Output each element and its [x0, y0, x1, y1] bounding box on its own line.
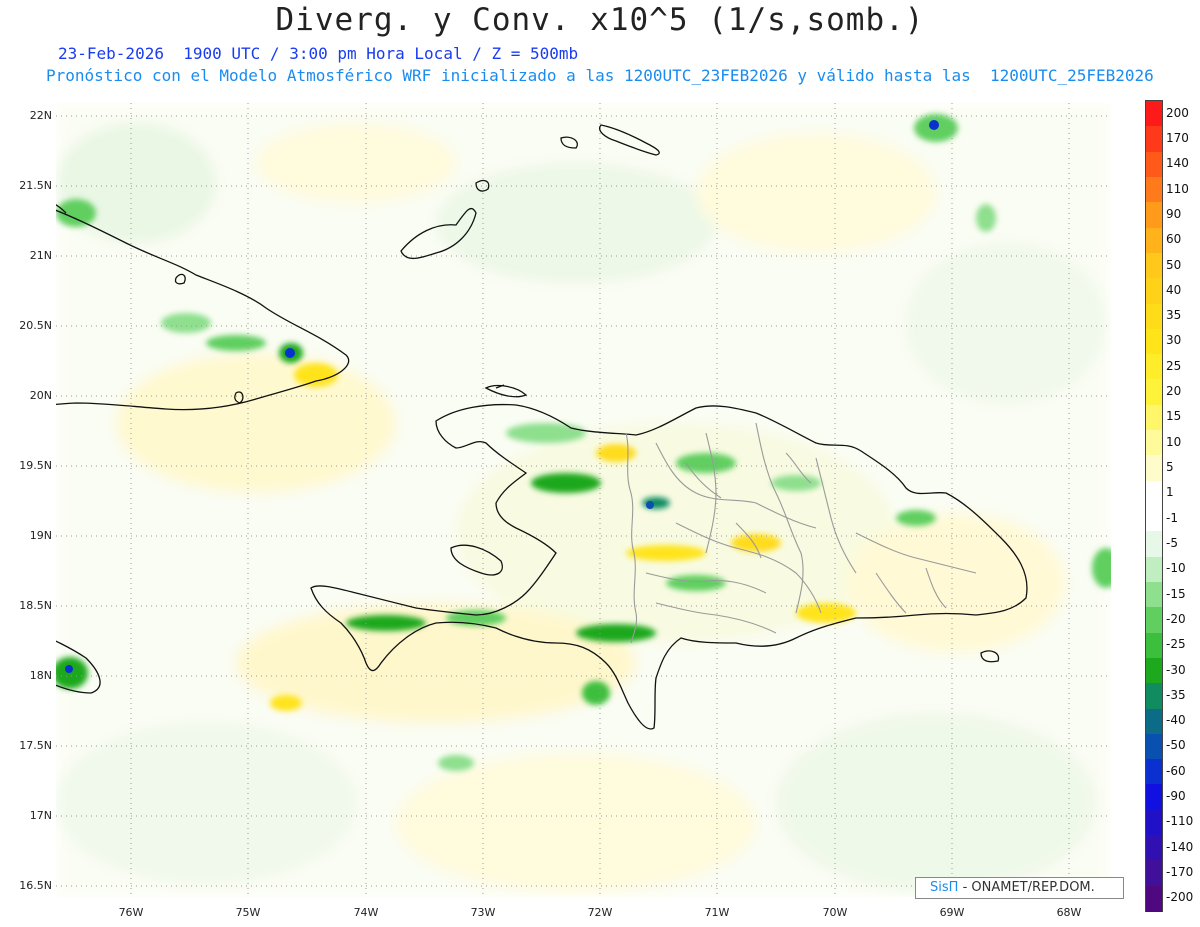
- colorbar-segment: [1146, 354, 1162, 380]
- colorbar-label: -5: [1166, 535, 1178, 550]
- colorbar-label: 170: [1166, 130, 1189, 145]
- lon-label: 69W: [939, 906, 965, 919]
- lat-label: 18.5N: [19, 599, 52, 612]
- lat-label: 18N: [29, 669, 52, 682]
- lon-label: 73W: [470, 906, 496, 919]
- colorbar-segment: [1146, 278, 1162, 304]
- convergence-core-jamaica: [65, 665, 73, 673]
- colorbar-segment: [1146, 176, 1162, 203]
- colorbar-segment: [1146, 835, 1162, 861]
- colorbar-label: 15: [1166, 409, 1182, 424]
- lon-label: 70W: [822, 906, 848, 919]
- colorbar-label: -20: [1166, 611, 1186, 626]
- lon-label: 71W: [704, 906, 730, 919]
- colorbar-label: 20: [1166, 384, 1182, 399]
- colorbar-segment: [1146, 759, 1162, 785]
- lat-label: 17N: [29, 809, 52, 822]
- forecast-time-line: 23-Feb-2026 1900 UTC / 3:00 pm Hora Loca…: [58, 44, 579, 63]
- map-title: Diverg. y Conv. x10^5 (1/s,somb.): [275, 2, 925, 38]
- colorbar-label: 25: [1166, 358, 1182, 373]
- colorbar-label: -40: [1166, 713, 1186, 728]
- colorbar-label: -60: [1166, 763, 1186, 778]
- lon-label: 68W: [1056, 906, 1082, 919]
- lat-label: 19N: [29, 529, 52, 542]
- colorbar: [1145, 100, 1163, 912]
- colorbar-label: -35: [1166, 687, 1186, 702]
- colorbar-label: -170: [1166, 865, 1194, 880]
- lat-label: 21N: [29, 249, 52, 262]
- colorbar-label: -15: [1166, 586, 1186, 601]
- lon-label: 75W: [235, 906, 261, 919]
- forecast-map: [56, 103, 1111, 897]
- convergence-core-cuba: [285, 348, 295, 358]
- colorbar-segment: [1146, 809, 1162, 836]
- lat-label: 20N: [29, 389, 52, 402]
- colorbar-label: 200: [1166, 105, 1189, 120]
- lat-label: 17.5N: [19, 739, 52, 752]
- colorbar-label: 30: [1166, 333, 1182, 348]
- colorbar-segment: [1146, 784, 1162, 811]
- map-canvas: [56, 103, 1111, 897]
- lat-label: 19.5N: [19, 459, 52, 472]
- colorbar-segment: [1146, 733, 1162, 760]
- colorbar-segment: [1146, 328, 1162, 355]
- colorbar-label: 40: [1166, 282, 1182, 297]
- colorbar-label: -110: [1166, 814, 1194, 829]
- colorbar-segment: [1146, 657, 1162, 684]
- lat-label: 16.5N: [19, 879, 52, 892]
- colorbar-label: 60: [1166, 232, 1182, 247]
- field-background: [56, 103, 1111, 897]
- colorbar-segment: [1146, 252, 1162, 279]
- colorbar-segment: [1146, 531, 1162, 558]
- colorbar-label: -30: [1166, 662, 1186, 677]
- colorbar-segment: [1146, 607, 1162, 634]
- colorbar-label: -200: [1166, 890, 1194, 905]
- colorbar-segment: [1146, 126, 1162, 153]
- lat-label: 22N: [29, 109, 52, 122]
- colorbar-label: 90: [1166, 206, 1182, 221]
- colorbar-label: 5: [1166, 460, 1174, 475]
- colorbar-segment: [1146, 455, 1162, 482]
- model-description-line: Pronóstico con el Modelo Atmosférico WRF…: [46, 66, 1154, 85]
- colorbar-label: 50: [1166, 257, 1182, 272]
- colorbar-segment: [1146, 556, 1162, 583]
- colorbar-segment: [1146, 506, 1162, 532]
- convergence-core-hispaniola: [646, 501, 654, 509]
- colorbar-label: -140: [1166, 839, 1194, 854]
- colorbar-label: 110: [1166, 181, 1189, 196]
- credit-box: SisΠ - ONAMET/REP.DOM.: [915, 877, 1124, 899]
- colorbar-label: -50: [1166, 738, 1186, 753]
- colorbar-segment: [1146, 101, 1162, 127]
- colorbar-segment: [1146, 227, 1162, 254]
- colorbar-segment: [1146, 632, 1162, 659]
- lon-label: 72W: [587, 906, 613, 919]
- colorbar-segment: [1146, 480, 1162, 507]
- colorbar-segment: [1146, 683, 1162, 709]
- lat-label: 21.5N: [19, 179, 52, 192]
- colorbar-segment: [1146, 379, 1162, 406]
- colorbar-segment: [1146, 430, 1162, 456]
- colorbar-segment: [1146, 303, 1162, 330]
- lon-label: 76W: [118, 906, 144, 919]
- colorbar-segment: [1146, 151, 1162, 178]
- credit-text: - ONAMET/REP.DOM.: [962, 880, 1095, 895]
- colorbar-label: -90: [1166, 789, 1186, 804]
- lon-label: 74W: [353, 906, 379, 919]
- colorbar-label: -10: [1166, 561, 1186, 576]
- colorbar-segment: [1146, 708, 1162, 735]
- colorbar-label: 35: [1166, 308, 1182, 323]
- colorbar-label: 10: [1166, 434, 1182, 449]
- convergence-core-north: [929, 120, 939, 130]
- colorbar-segment: [1146, 202, 1162, 229]
- colorbar-label: -25: [1166, 637, 1186, 652]
- colorbar-segment: [1146, 581, 1162, 608]
- colorbar-segment: [1146, 404, 1162, 431]
- colorbar-label: 1: [1166, 485, 1174, 500]
- colorbar-label: 140: [1166, 156, 1189, 171]
- colorbar-segment: [1146, 885, 1162, 912]
- sispi-logo: SisΠ: [930, 880, 959, 895]
- lat-label: 20.5N: [19, 319, 52, 332]
- colorbar-label: -1: [1166, 510, 1178, 525]
- colorbar-segment: [1146, 860, 1162, 887]
